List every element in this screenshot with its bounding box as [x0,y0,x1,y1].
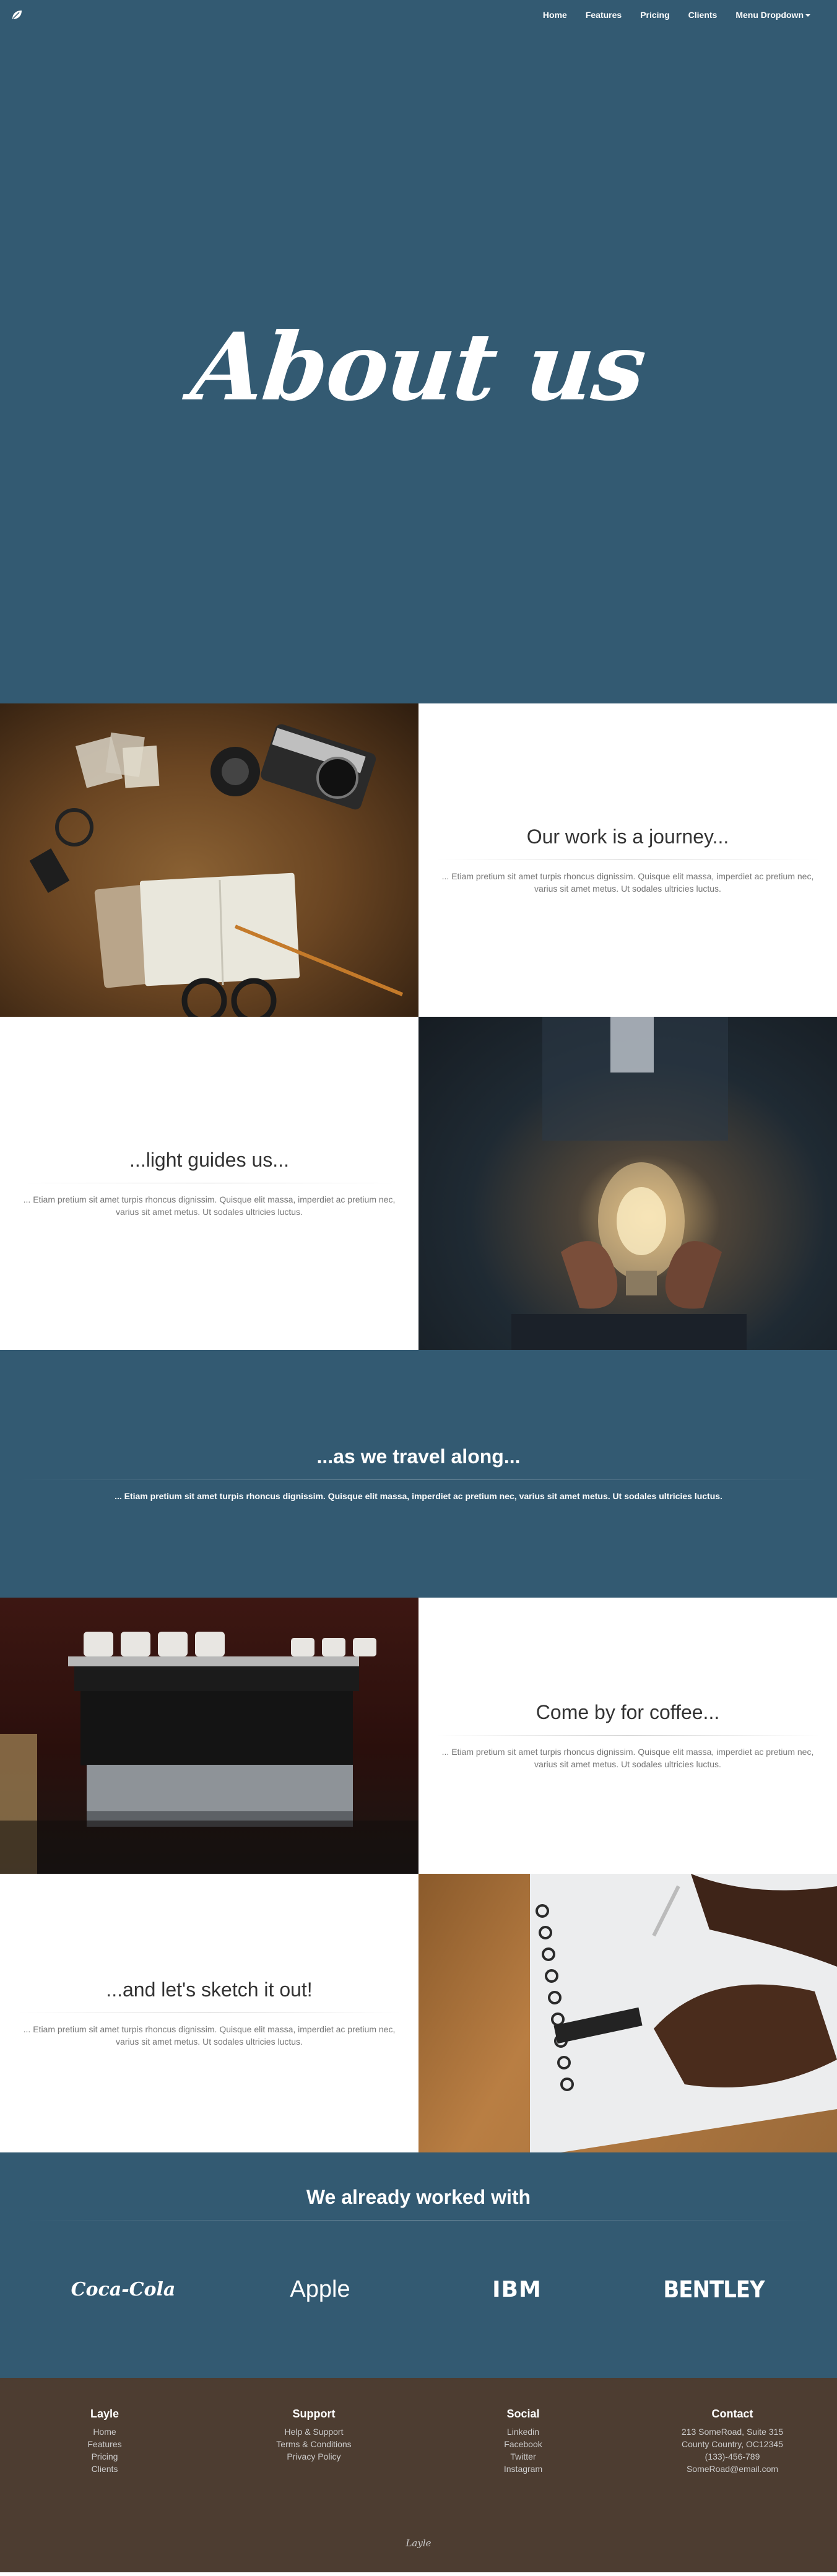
coffee-machine-illustration [0,1632,418,1874]
footer: Layle Home Features Pricing Clients Supp… [0,2378,837,2572]
sketch-title: ...and let's sketch it out! [106,1978,313,2001]
footer-link-privacy[interactable]: Privacy Policy [209,2450,418,2463]
footer-brand-logo[interactable]: Layle [0,2538,837,2549]
nav-menu-dropdown-label: Menu Dropdown [735,10,804,20]
hero-section: About us [0,0,837,703]
clients-section: We already worked with Coca-Cola Apple I… [0,2152,837,2378]
nav-links: Home Features Pricing Clients Menu Dropd… [534,10,820,20]
coffee-title: Come by for coffee... [536,1701,720,1723]
nav-pricing[interactable]: Pricing [631,10,679,20]
client-logos: Coca-Cola Apple IBM BENTLEY [25,2276,812,2304]
sketchbook-image [418,1874,837,2152]
footer-col-title: Contact [711,2408,753,2420]
nav-clients[interactable]: Clients [679,10,727,20]
brand-logo[interactable] [10,8,24,22]
sketchbook-illustration [530,1874,837,2152]
coffee-text: Come by for coffee... ... Etiam pretium … [418,1598,837,1874]
footer-link-features[interactable]: Features [0,2438,209,2450]
light-title: ...light guides us... [129,1149,289,1171]
footer-email[interactable]: SomeRoad@email.com [628,2463,837,2475]
nav-features[interactable]: Features [576,10,631,20]
journey-title: Our work is a journey... [526,825,729,848]
top-navbar: Home Features Pricing Clients Menu Dropd… [0,0,837,30]
footer-link-home[interactable]: Home [0,2426,209,2438]
nav-home[interactable]: Home [534,10,576,20]
clients-title: We already worked with [306,2186,531,2208]
camera-map-image [0,703,418,1017]
footer-col-title: Support [292,2408,336,2420]
sketch-section: ...and let's sketch it out! ... Etiam pr… [0,1874,837,2152]
footer-col-social: Social Linkedin Facebook Twitter Instagr… [418,2408,628,2475]
footer-phone[interactable]: (133)-456-789 [628,2450,837,2463]
light-text: ...light guides us... ... Etiam pretium … [0,1017,418,1350]
leaf-icon [12,11,22,19]
hero-title: About us [187,313,650,422]
clients-divider [25,2220,812,2221]
journey-text: Our work is a journey... ... Etiam preti… [418,703,837,1017]
light-section: ...light guides us... ... Etiam pretium … [0,1017,837,1350]
journey-divider [436,859,820,860]
sketch-text: ...and let's sketch it out! ... Etiam pr… [0,1874,418,2152]
footer-columns: Layle Home Features Pricing Clients Supp… [0,2378,837,2475]
sketch-divider [17,2012,401,2013]
camera-map-illustration [29,724,404,1017]
footer-link-facebook[interactable]: Facebook [418,2438,628,2450]
lightbulb-illustration [511,1017,747,1350]
coffee-divider [436,1735,820,1736]
coffee-machine-image [0,1598,418,1874]
travel-title: ...as we travel along... [316,1445,521,1468]
footer-address-line1: 213 SomeRoad, Suite 315 [681,2427,784,2437]
footer-col-support: Support Help & Support Terms & Condition… [209,2408,418,2475]
footer-col-title: Layle [90,2408,119,2420]
coffee-body: ... Etiam pretium sit amet turpis rhoncu… [441,1747,814,1769]
footer-col-contact: Contact 213 SomeRoad, Suite 315 County C… [628,2408,837,2475]
footer-col-layle: Layle Home Features Pricing Clients [0,2408,209,2475]
travel-divider [17,1479,820,1480]
footer-col-title: Social [506,2408,540,2420]
footer-address-line2: County Country, OC12345 [682,2439,783,2449]
journey-section: Our work is a journey... ... Etiam preti… [0,703,837,1017]
footer-link-twitter[interactable]: Twitter [418,2450,628,2463]
caret-down-icon [805,14,810,17]
footer-link-terms[interactable]: Terms & Conditions [209,2438,418,2450]
client-logo-apple: Apple [290,2276,350,2302]
footer-link-instagram[interactable]: Instagram [418,2463,628,2475]
travel-body: ... Etiam pretium sit amet turpis rhoncu… [115,1491,722,1501]
sketch-body: ... Etiam pretium sit amet turpis rhoncu… [23,2024,396,2047]
client-logo-bentley: BENTLEY [663,2276,765,2304]
footer-link-help-support[interactable]: Help & Support [209,2426,418,2438]
client-logo-coca-cola: Coca-Cola [71,2279,176,2300]
client-logo-ibm: IBM [492,2277,542,2302]
nav-menu-dropdown[interactable]: Menu Dropdown [726,10,820,20]
coffee-section: Come by for coffee... ... Etiam pretium … [0,1598,837,1874]
footer-link-clients[interactable]: Clients [0,2463,209,2475]
travel-section: ...as we travel along... ... Etiam preti… [0,1350,837,1598]
journey-body: ... Etiam pretium sit amet turpis rhoncu… [441,871,814,894]
lightbulb-image [418,1017,837,1350]
light-body: ... Etiam pretium sit amet turpis rhoncu… [23,1194,396,1217]
footer-link-pricing[interactable]: Pricing [0,2450,209,2463]
footer-link-linkedin[interactable]: Linkedin [418,2426,628,2438]
